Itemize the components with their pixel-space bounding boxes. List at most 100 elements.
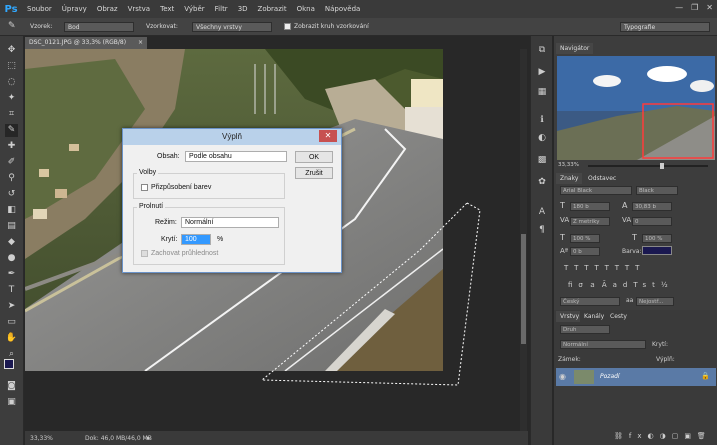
menu-upravy[interactable]: Úpravy: [57, 5, 92, 13]
sample-source-select[interactable]: Všechny vrstvy: [192, 22, 272, 32]
color-adapt-label: Přizpůsobení barev: [151, 184, 212, 191]
layer-filter-select[interactable]: Druh: [560, 325, 610, 334]
show-ring-checkbox[interactable]: [284, 23, 291, 30]
clone-stamp-tool-icon[interactable]: ⚲: [5, 172, 18, 185]
preserve-transparency-checkbox[interactable]: [141, 250, 148, 257]
menu-zobrazit[interactable]: Zobrazit: [253, 5, 292, 13]
shape-tool-icon[interactable]: ▭: [5, 316, 18, 329]
tab-channels[interactable]: Kanály: [580, 311, 609, 322]
dialog-close-button[interactable]: ✕: [319, 130, 337, 142]
marquee-tool-icon[interactable]: ⬚: [5, 60, 18, 73]
blur-tool-icon[interactable]: ◆: [5, 236, 18, 249]
history-icon[interactable]: ▦: [536, 86, 548, 98]
font-size-icon: T: [560, 201, 565, 210]
vertical-scrollbar[interactable]: [520, 49, 527, 431]
history-brush-tool-icon[interactable]: ↺: [5, 188, 18, 201]
ok-button[interactable]: OK: [295, 151, 333, 163]
navigator-zoom[interactable]: 33,33%: [558, 162, 579, 168]
layer-blend-mode-select[interactable]: Normální: [560, 340, 646, 349]
tab-navigator[interactable]: Navigátor: [556, 43, 594, 54]
menu-napoveda[interactable]: Nápověda: [320, 5, 365, 13]
minimize-icon[interactable]: —: [675, 3, 683, 12]
font-style-select[interactable]: Black: [636, 186, 678, 195]
lasso-tool-icon[interactable]: ◌: [5, 76, 18, 89]
vertical-scroll-thumb[interactable]: [521, 234, 526, 344]
maximize-icon[interactable]: ❐: [691, 3, 698, 12]
menu-soubor[interactable]: Soubor: [22, 5, 57, 13]
zoom-readout[interactable]: 33,33%: [30, 435, 53, 442]
opacity-input[interactable]: 100: [181, 234, 211, 245]
adjustments-icon[interactable]: ◐: [536, 132, 548, 144]
path-select-tool-icon[interactable]: ➤: [5, 300, 18, 313]
foreground-color-swatch[interactable]: [4, 359, 14, 369]
font-family-select[interactable]: Arial Black: [560, 186, 632, 195]
close-icon[interactable]: ✕: [706, 3, 713, 12]
tab-close-icon[interactable]: ×: [138, 39, 143, 46]
layer-bottom-buttons[interactable]: ⛓fx◐◑▢▣🗑: [614, 432, 712, 440]
hand-tool-icon[interactable]: ✋: [5, 332, 18, 345]
actions-icon[interactable]: ▶: [536, 66, 548, 78]
gradient-tool-icon[interactable]: ▤: [5, 220, 18, 233]
color-adapt-checkbox[interactable]: [141, 184, 148, 191]
status-arrow-icon[interactable]: ▸: [147, 434, 151, 442]
leading-field[interactable]: 30,83 b: [632, 202, 672, 211]
kerning-field[interactable]: Z metriky: [570, 217, 610, 226]
tab-character[interactable]: Znaky: [556, 173, 583, 184]
navigator-slider-thumb[interactable]: [660, 163, 664, 169]
menu-okna[interactable]: Okna: [292, 5, 320, 13]
info-icon[interactable]: ℹ: [536, 114, 548, 126]
document-tab[interactable]: DSC_0121.JPG @ 33,3% (RGB/8) ×: [25, 37, 147, 49]
photoshop-logo: Ps: [4, 3, 18, 15]
text-style-buttons[interactable]: TTTTTTTT: [564, 264, 645, 272]
text-ligature-buttons[interactable]: ﬁσａĀadTst½: [568, 280, 674, 290]
baseline-field[interactable]: 0 b: [570, 247, 600, 256]
menu-3d[interactable]: 3D: [233, 5, 253, 13]
navigator-zoom-slider[interactable]: [588, 163, 708, 169]
window-controls: — ❐ ✕: [675, 3, 713, 12]
dodge-tool-icon[interactable]: ●: [5, 252, 18, 265]
screen-mode-icon[interactable]: ▣: [5, 396, 18, 409]
tab-paragraph[interactable]: Odstavec: [584, 173, 621, 184]
tab-paths[interactable]: Cesty: [606, 311, 631, 322]
quick-select-tool-icon[interactable]: ✦: [5, 92, 18, 105]
menu-obraz[interactable]: Obraz: [92, 5, 123, 13]
layer-comps-icon[interactable]: ⧉: [536, 44, 548, 56]
mode-select[interactable]: Normální: [181, 217, 279, 228]
workspace-select[interactable]: Typografie: [620, 22, 710, 32]
healing-tool-icon[interactable]: ✚: [5, 140, 18, 153]
menu-vyber[interactable]: Výběr: [179, 5, 209, 13]
navigator-thumbnail[interactable]: [557, 56, 715, 160]
character-panel-icon[interactable]: A: [536, 206, 548, 218]
brush-tool-icon[interactable]: ✐: [5, 156, 18, 169]
sample-select[interactable]: Bod: [64, 22, 134, 32]
sample-source-label: Vzorkovat:: [146, 23, 178, 30]
eyedropper-icon[interactable]: ✎: [8, 21, 16, 31]
content-label: Obsah:: [157, 153, 180, 160]
content-select[interactable]: Podle obsahu: [185, 151, 287, 162]
crop-tool-icon[interactable]: ⌗: [5, 108, 18, 121]
text-color-swatch[interactable]: [642, 246, 672, 255]
menu-filtr[interactable]: Filtr: [210, 5, 233, 13]
font-size-field[interactable]: 180 b: [570, 202, 610, 211]
vertical-scale-field[interactable]: 100 %: [570, 234, 600, 243]
blend-group-title: Prolnutí: [137, 203, 166, 210]
antialias-icon: aa: [626, 297, 634, 304]
menu-text[interactable]: Text: [155, 5, 179, 13]
antialias-select[interactable]: Nejostř...: [636, 297, 674, 306]
language-select[interactable]: Český: [560, 297, 620, 306]
menu-vrstva[interactable]: Vrstva: [123, 5, 156, 13]
eyedropper-tool-icon[interactable]: ✎: [5, 124, 18, 137]
eraser-tool-icon[interactable]: ◧: [5, 204, 18, 217]
layer-row[interactable]: ◉ Pozadí 🔒: [556, 368, 716, 386]
horizontal-scale-field[interactable]: 100 %: [642, 234, 672, 243]
cancel-button[interactable]: Zrušit: [295, 167, 333, 179]
swatches-icon[interactable]: ▩: [536, 154, 548, 166]
pen-tool-icon[interactable]: ✒: [5, 268, 18, 281]
layer-visibility-eye-icon[interactable]: ◉: [559, 372, 566, 381]
move-tool-icon[interactable]: ✥: [5, 44, 18, 57]
styles-icon[interactable]: ✿: [536, 176, 548, 188]
type-tool-icon[interactable]: T: [5, 284, 18, 297]
quick-mask-icon[interactable]: ◙: [5, 380, 18, 393]
tracking-field[interactable]: 0: [632, 217, 672, 226]
paragraph-panel-icon[interactable]: ¶: [536, 224, 548, 236]
